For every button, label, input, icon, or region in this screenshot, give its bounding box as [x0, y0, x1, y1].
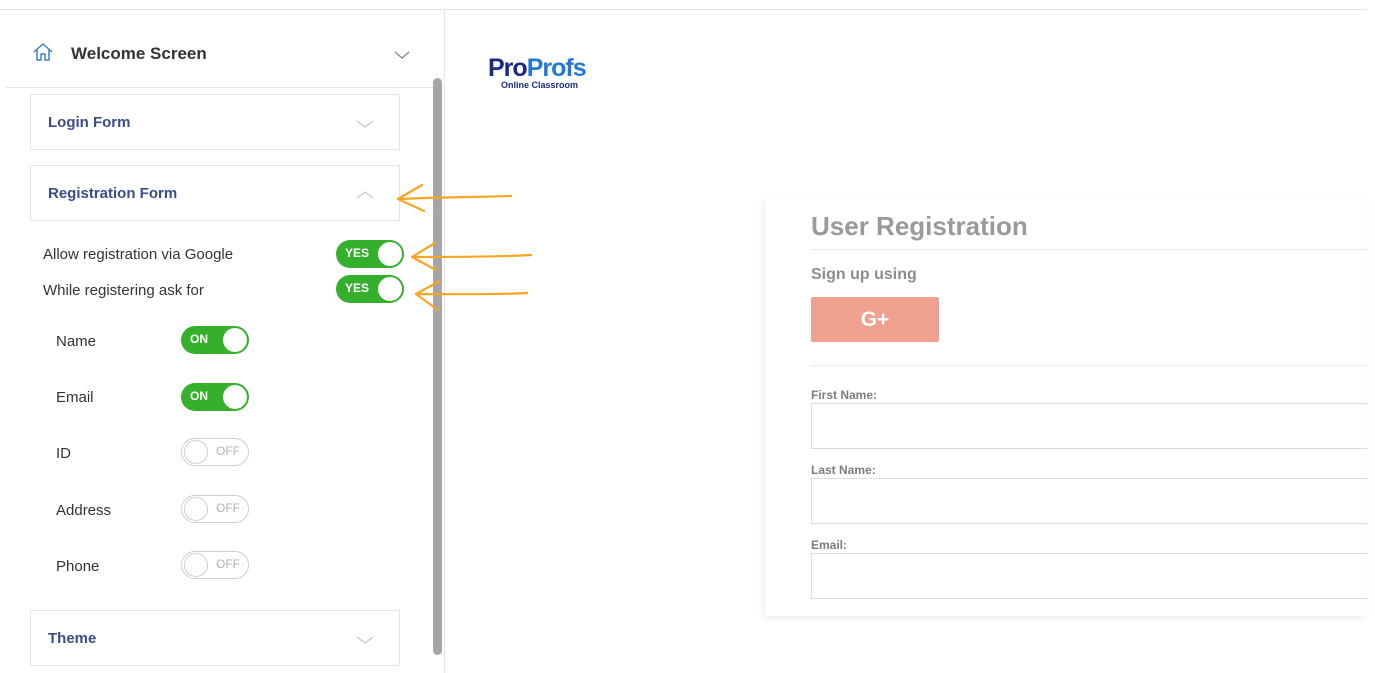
arrow-registration-form: [396, 183, 513, 213]
sidebar-scrollbar[interactable]: [433, 78, 442, 655]
registration-preview: User Registration Sign up using G+ First…: [765, 196, 1367, 616]
toggle-knob: [184, 497, 208, 521]
toggle-state: OFF: [216, 501, 240, 515]
field-label-address: Address: [56, 502, 112, 519]
google-signup-button[interactable]: G+: [811, 297, 939, 342]
toggle-state: ON: [190, 389, 208, 403]
welcome-screen-header[interactable]: Welcome Screen: [6, 20, 439, 88]
allow-google-label: Allow registration via Google: [43, 246, 234, 263]
field-label-name: Name: [56, 333, 97, 350]
toggle-knob: [184, 553, 208, 577]
registration-form-section[interactable]: Registration Form: [30, 165, 400, 221]
last-name-label: Last Name:: [811, 463, 876, 477]
toggle-state: YES: [345, 281, 370, 295]
field-toggle-phone[interactable]: OFF: [181, 551, 249, 579]
first-name-input[interactable]: [811, 403, 1367, 449]
field-toggle-address[interactable]: OFF: [181, 495, 249, 523]
signup-label: Sign up using: [811, 266, 917, 283]
login-form-section[interactable]: Login Form: [30, 94, 400, 150]
app-window: Welcome Screen Login Form Registration F…: [0, 0, 1375, 673]
home-icon: [33, 43, 53, 61]
first-name-label: First Name:: [811, 388, 878, 402]
logo-profs: Profs: [526, 54, 587, 82]
toggle-knob: [223, 385, 247, 409]
toggle-state: ON: [190, 332, 208, 346]
annotation-arrows: [396, 183, 533, 312]
email-label: Email:: [811, 538, 848, 552]
chevron-down-icon[interactable]: [356, 119, 374, 129]
ask-for-label: While registering ask for: [43, 282, 204, 299]
field-label-email: Email: [56, 389, 94, 406]
registration-title: User Registration: [811, 211, 1028, 241]
chevron-up-icon[interactable]: [356, 190, 374, 200]
email-input[interactable]: [811, 553, 1367, 599]
toggle-state: OFF: [216, 557, 240, 571]
toggle-state: OFF: [216, 444, 240, 458]
chevron-down-icon[interactable]: [394, 50, 410, 60]
toggle-state: YES: [345, 246, 370, 260]
google-plus-icon: G+: [860, 308, 890, 331]
chevron-down-icon[interactable]: [356, 635, 374, 645]
logo-wordmark: ProProfs: [488, 54, 587, 82]
field-toggle-id[interactable]: OFF: [181, 438, 249, 466]
toggle-knob: [223, 328, 247, 352]
registration-form-label: Registration Form: [48, 185, 178, 202]
divider: [811, 249, 1367, 250]
logo-tagline: Online Classroom: [501, 80, 579, 90]
last-name-input[interactable]: [811, 478, 1367, 524]
welcome-screen-title: Welcome Screen: [71, 44, 207, 63]
arrow-allow-google: [410, 241, 533, 272]
field-toggle-name[interactable]: ON: [181, 326, 249, 354]
field-toggle-email[interactable]: ON: [181, 383, 249, 411]
toggle-knob: [184, 440, 208, 464]
field-label-phone: Phone: [56, 558, 100, 575]
settings-sidebar: Welcome Screen Login Form Registration F…: [6, 10, 445, 673]
theme-section[interactable]: Theme: [30, 610, 400, 666]
theme-label: Theme: [48, 630, 97, 647]
proprofs-logo: ProProfs Online Classroom: [488, 54, 587, 91]
field-label-id: ID: [56, 445, 71, 462]
logo-pro: Pro: [488, 54, 528, 82]
divider: [811, 365, 1367, 366]
login-form-label: Login Form: [48, 114, 131, 131]
arrow-ask-for: [414, 279, 529, 312]
